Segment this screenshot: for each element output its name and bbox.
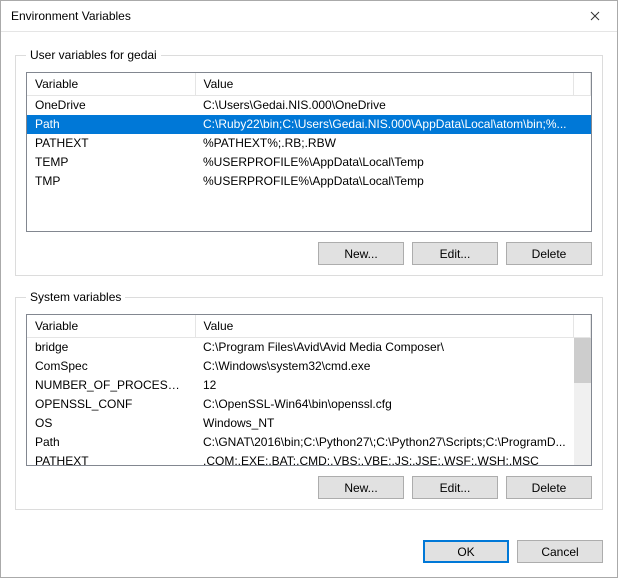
user-new-button[interactable]: New...	[318, 242, 404, 265]
system-button-row: New... Edit... Delete	[26, 476, 592, 499]
system-col-header-scroll	[574, 315, 591, 338]
close-icon	[590, 11, 600, 21]
cell-value: %USERPROFILE%\AppData\Local\Temp	[195, 153, 591, 172]
table-row[interactable]: TEMP%USERPROFILE%\AppData\Local\Temp	[27, 153, 591, 172]
cell-value: C:\Users\Gedai.NIS.000\OneDrive	[195, 96, 591, 115]
dialog-footer: OK Cancel	[1, 538, 617, 577]
user-variables-table-wrap: Variable Value OneDriveC:\Users\Gedai.NI…	[26, 72, 592, 232]
cell-value: C:\Windows\system32\cmd.exe	[195, 357, 591, 376]
table-row[interactable]: OSWindows_NT	[27, 414, 591, 433]
user-variables-group: User variables for gedai Variable Value …	[15, 48, 603, 276]
system-variables-table[interactable]: Variable Value bridgeC:\Program Files\Av…	[27, 315, 591, 466]
table-row[interactable]: PATHEXT%PATHEXT%;.RB;.RBW	[27, 134, 591, 153]
system-variables-group: System variables Variable Value bridgeC:…	[15, 290, 603, 510]
window-title: Environment Variables	[11, 9, 572, 23]
cell-value: %PATHEXT%;.RB;.RBW	[195, 134, 591, 153]
user-col-header-variable[interactable]: Variable	[27, 73, 195, 96]
user-button-row: New... Edit... Delete	[26, 242, 592, 265]
system-variables-legend: System variables	[26, 290, 125, 304]
system-scrollbar-thumb[interactable]	[574, 338, 591, 383]
cell-value: %USERPROFILE%\AppData\Local\Temp	[195, 172, 591, 191]
system-col-header-value[interactable]: Value	[195, 315, 574, 338]
table-row[interactable]: bridgeC:\Program Files\Avid\Avid Media C…	[27, 338, 591, 357]
user-edit-button[interactable]: Edit...	[412, 242, 498, 265]
user-variables-legend: User variables for gedai	[26, 48, 161, 62]
cell-variable: bridge	[27, 338, 195, 357]
cell-variable: Path	[27, 115, 195, 134]
dialog-body: User variables for gedai Variable Value …	[1, 32, 617, 538]
system-edit-button[interactable]: Edit...	[412, 476, 498, 499]
table-row[interactable]: PathC:\Ruby22\bin;C:\Users\Gedai.NIS.000…	[27, 115, 591, 134]
cell-value: C:\GNAT\2016\bin;C:\Python27\;C:\Python2…	[195, 433, 591, 452]
cell-variable: PATHEXT	[27, 452, 195, 467]
cell-variable: OS	[27, 414, 195, 433]
system-variables-table-wrap: Variable Value bridgeC:\Program Files\Av…	[26, 314, 592, 466]
table-row[interactable]: PATHEXT.COM;.EXE;.BAT;.CMD;.VBS;.VBE;.JS…	[27, 452, 591, 467]
user-variables-table[interactable]: Variable Value OneDriveC:\Users\Gedai.NI…	[27, 73, 591, 191]
table-row[interactable]: PathC:\GNAT\2016\bin;C:\Python27\;C:\Pyt…	[27, 433, 591, 452]
table-row[interactable]: OneDriveC:\Users\Gedai.NIS.000\OneDrive	[27, 96, 591, 115]
user-delete-button[interactable]: Delete	[506, 242, 592, 265]
system-delete-button[interactable]: Delete	[506, 476, 592, 499]
cell-variable: PATHEXT	[27, 134, 195, 153]
cell-value: C:\Program Files\Avid\Avid Media Compose…	[195, 338, 591, 357]
cell-variable: Path	[27, 433, 195, 452]
table-row[interactable]: TMP%USERPROFILE%\AppData\Local\Temp	[27, 172, 591, 191]
cell-value: 12	[195, 376, 591, 395]
table-row[interactable]: OPENSSL_CONFC:\OpenSSL-Win64\bin\openssl…	[27, 395, 591, 414]
system-col-header-variable[interactable]: Variable	[27, 315, 195, 338]
cell-variable: NUMBER_OF_PROCESSORS	[27, 376, 195, 395]
cell-value: .COM;.EXE;.BAT;.CMD;.VBS;.VBE;.JS;.JSE;.…	[195, 452, 591, 467]
table-row[interactable]: ComSpecC:\Windows\system32\cmd.exe	[27, 357, 591, 376]
close-button[interactable]	[572, 1, 617, 31]
cell-variable: TEMP	[27, 153, 195, 172]
cell-variable: OPENSSL_CONF	[27, 395, 195, 414]
table-row[interactable]: NUMBER_OF_PROCESSORS12	[27, 376, 591, 395]
cell-variable: OneDrive	[27, 96, 195, 115]
cell-value: C:\OpenSSL-Win64\bin\openssl.cfg	[195, 395, 591, 414]
titlebar: Environment Variables	[1, 1, 617, 32]
ok-button[interactable]: OK	[423, 540, 509, 563]
dialog-window: Environment Variables User variables for…	[0, 0, 618, 578]
cell-value: Windows_NT	[195, 414, 591, 433]
user-col-header-scroll	[574, 73, 591, 96]
cell-variable: TMP	[27, 172, 195, 191]
cancel-button[interactable]: Cancel	[517, 540, 603, 563]
cell-value: C:\Ruby22\bin;C:\Users\Gedai.NIS.000\App…	[195, 115, 591, 134]
system-new-button[interactable]: New...	[318, 476, 404, 499]
cell-variable: ComSpec	[27, 357, 195, 376]
user-col-header-value[interactable]: Value	[195, 73, 574, 96]
system-scrollbar[interactable]	[574, 338, 591, 465]
